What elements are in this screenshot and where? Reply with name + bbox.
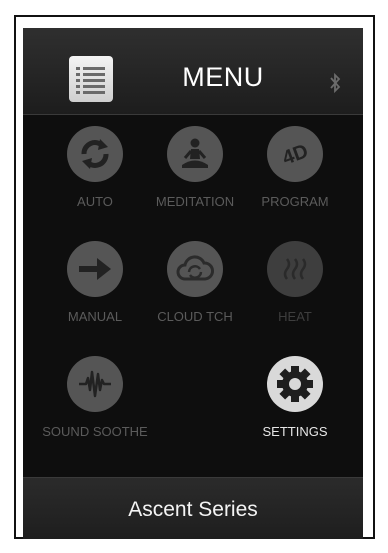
mode-settings[interactable]: SETTINGS xyxy=(240,344,350,454)
mode-program[interactable]: 4D PROGRAM xyxy=(240,114,350,224)
top-bar: MENU xyxy=(23,28,363,115)
page-title: MENU xyxy=(182,62,264,92)
meditation-icon xyxy=(167,126,223,182)
app-screen: MENU AUTO MEDITATION 4D PROGRAM MANUAL C… xyxy=(23,28,363,539)
mode-grid: AUTO MEDITATION 4D PROGRAM MANUAL CLOUD … xyxy=(23,114,363,478)
mode-sound-soothe[interactable]: SOUND SOOTHE xyxy=(40,344,150,454)
mode-label: PROGRAM xyxy=(261,194,329,209)
arrow-right-icon xyxy=(67,241,123,297)
gear-icon xyxy=(267,356,323,412)
product-series-label: Ascent Series xyxy=(128,498,258,521)
mode-heat[interactable]: HEAT xyxy=(240,229,350,339)
footer-bar: Ascent Series xyxy=(23,477,363,539)
heat-icon xyxy=(267,241,323,297)
sound-wave-icon xyxy=(67,356,123,412)
mode-label: SOUND SOOTHE xyxy=(42,424,148,439)
mode-label: SETTINGS xyxy=(262,424,328,439)
cloud-icon xyxy=(167,241,223,297)
menu-button[interactable] xyxy=(69,56,113,102)
svg-text:4D: 4D xyxy=(280,140,312,169)
bluetooth-icon[interactable] xyxy=(328,72,342,94)
4d-icon: 4D xyxy=(267,126,323,182)
refresh-icon xyxy=(67,126,123,182)
mode-label: HEAT xyxy=(278,309,312,324)
